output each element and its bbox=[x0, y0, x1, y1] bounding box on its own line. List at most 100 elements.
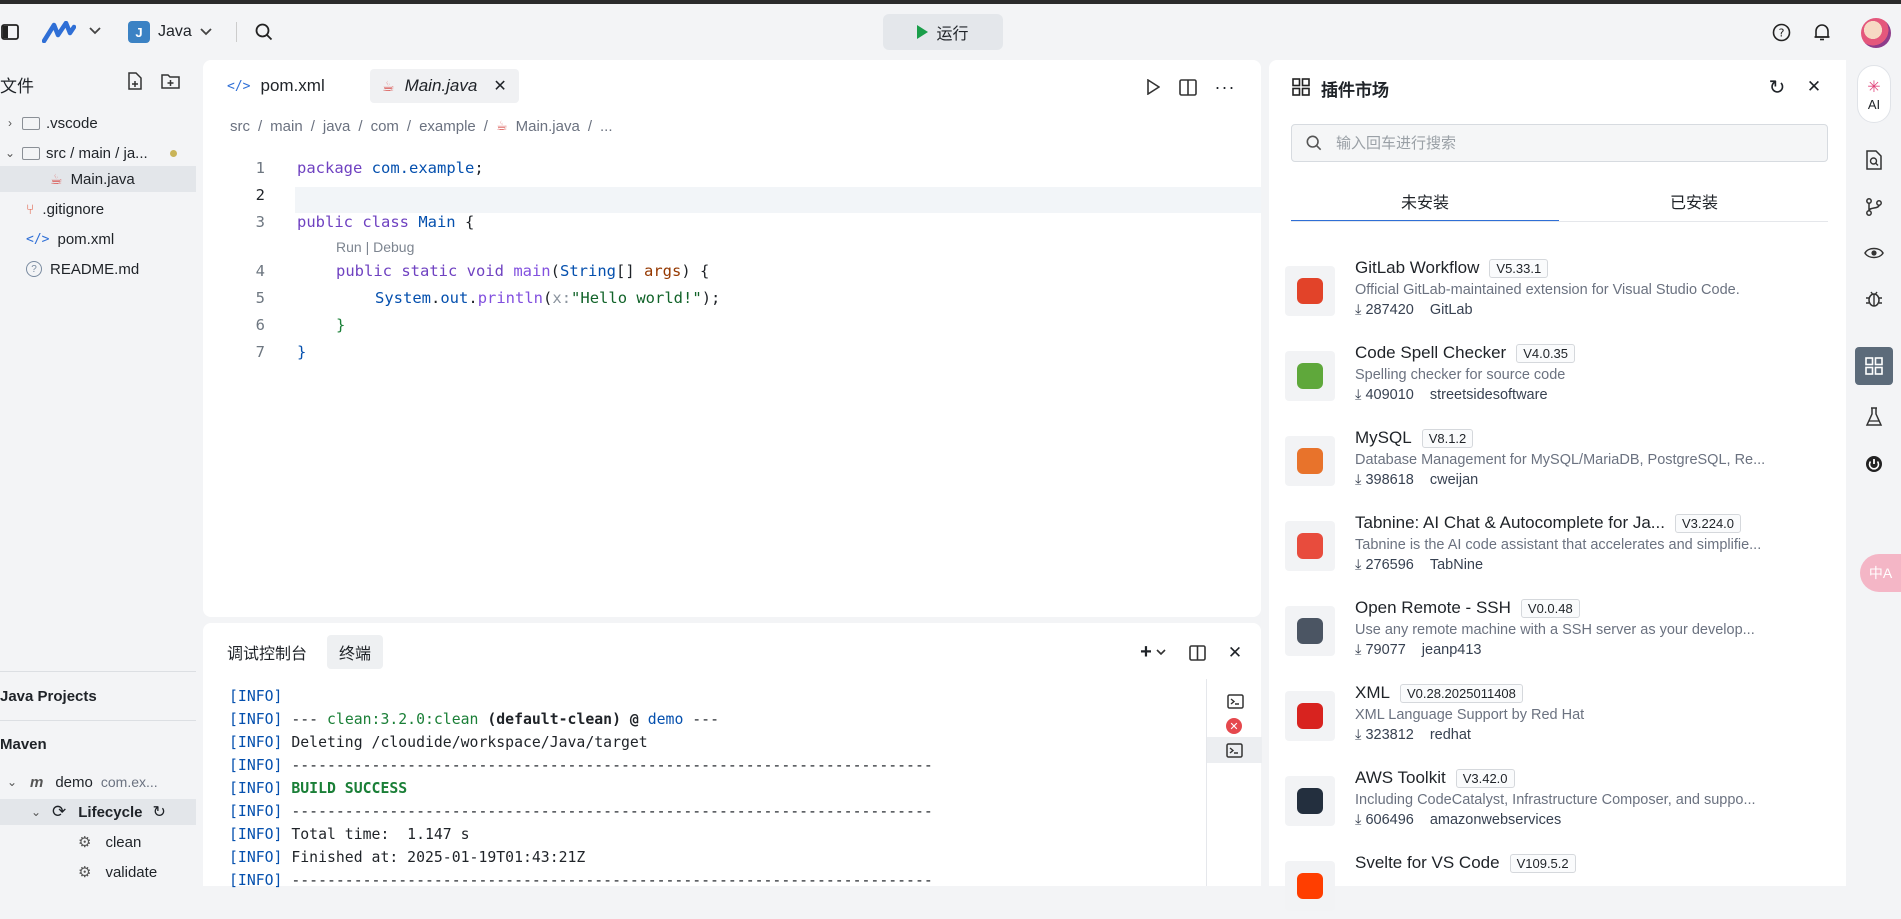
search-input[interactable] bbox=[1336, 134, 1806, 152]
tree-item-src-main-java[interactable]: ⌄ src / main / ja... bbox=[0, 140, 196, 166]
run-button[interactable]: 运行 bbox=[883, 14, 1003, 50]
extension-logo-mark bbox=[1297, 533, 1323, 559]
refresh-icon[interactable]: ↻ bbox=[152, 802, 165, 822]
extension-meta: ⤓ 606496 amazonwebservices bbox=[1355, 812, 1561, 828]
close-panel-icon[interactable]: ✕ bbox=[1225, 643, 1245, 663]
java-file-icon: ☕ bbox=[382, 77, 395, 94]
extension-item[interactable]: XML V0.28.2025011408 XML Language Support … bbox=[1285, 679, 1825, 749]
close-icon[interactable]: ✕ bbox=[1803, 76, 1825, 98]
breadcrumb-item[interactable]: src bbox=[230, 118, 250, 135]
extension-name-row: GitLab Workflow V5.33.1 bbox=[1355, 258, 1549, 278]
maven-goal-validate[interactable]: ⚙ validate bbox=[0, 859, 196, 885]
search-icon[interactable] bbox=[254, 22, 274, 42]
extension-meta: ⤓ 323812 redhat bbox=[1355, 727, 1471, 743]
translate-button[interactable]: 中A bbox=[1860, 554, 1901, 592]
extension-item[interactable]: MySQL V8.1.2 Database Management for MySQL… bbox=[1285, 424, 1825, 494]
bell-icon[interactable] bbox=[1812, 22, 1832, 42]
maven-goal-clean[interactable]: ⚙ clean bbox=[0, 829, 196, 855]
run-label: 运行 bbox=[936, 26, 969, 43]
help-icon[interactable]: ? bbox=[1771, 22, 1791, 42]
tab-debug-console[interactable]: 调试控制台 bbox=[215, 635, 319, 669]
download-count: ⤓ 276596 bbox=[1355, 557, 1414, 573]
new-folder-icon[interactable] bbox=[160, 72, 180, 90]
play-icon bbox=[917, 25, 929, 39]
codelens-run-debug[interactable]: Run | Debug bbox=[336, 239, 414, 255]
extension-logo-icon bbox=[1285, 436, 1335, 486]
split-terminal-icon[interactable] bbox=[1187, 643, 1207, 663]
tree-item-pom-xml[interactable]: </> pom.xml bbox=[0, 226, 196, 252]
terminal-icon[interactable] bbox=[1225, 692, 1245, 710]
extension-name: AWS Toolkit bbox=[1355, 768, 1446, 787]
terminal-icon[interactable] bbox=[1207, 737, 1262, 763]
maven-lifecycle[interactable]: ⌄ ⟳ Lifecycle ↻ bbox=[0, 799, 196, 825]
breadcrumb-item[interactable]: com bbox=[371, 118, 399, 135]
power-icon[interactable] bbox=[1858, 448, 1890, 480]
tree-item-main-java[interactable]: ☕ Main.java bbox=[0, 166, 196, 192]
run-file-icon[interactable] bbox=[1143, 77, 1163, 97]
translate-label: 中A bbox=[1868, 565, 1893, 581]
refresh-icon[interactable]: ↻ bbox=[1766, 76, 1788, 99]
file-explorer: 文件 › .vscode ⌄ src / main / ja... ☕ Main… bbox=[0, 60, 196, 886]
java-projects-section[interactable]: Java Projects bbox=[0, 688, 97, 705]
extension-description: Use any remote machine with a SSH server… bbox=[1355, 622, 1755, 638]
line-number: 7 bbox=[255, 343, 265, 361]
modified-dot bbox=[170, 150, 177, 157]
download-icon: ⤓ bbox=[1355, 727, 1362, 743]
tree-item-readme[interactable]: ? README.md bbox=[0, 256, 196, 282]
extension-logo-mark bbox=[1297, 278, 1323, 304]
extension-item[interactable]: Svelte for VS Code V109.5.2 bbox=[1285, 849, 1825, 919]
file-search-icon[interactable] bbox=[1858, 144, 1890, 176]
new-file-icon[interactable] bbox=[126, 72, 144, 90]
extension-logo-mark bbox=[1297, 873, 1323, 899]
gear-icon: ⚙ bbox=[78, 834, 92, 851]
bottom-panel: 调试控制台 终端 + ✕ [INFO] [INFO] --- clean:3.2… bbox=[203, 623, 1262, 889]
tree-item-vscode[interactable]: › .vscode bbox=[0, 110, 196, 136]
extension-item[interactable]: Code Spell Checker V4.0.35 Spelling checke… bbox=[1285, 339, 1825, 409]
toggle-sidebar-icon[interactable] bbox=[0, 22, 20, 42]
java-file-icon: ☕ bbox=[495, 118, 508, 133]
error-icon[interactable]: ✕ bbox=[1226, 718, 1242, 734]
terminal-line: [INFO] ---------------------------------… bbox=[229, 872, 933, 889]
eye-icon[interactable] bbox=[1858, 237, 1890, 269]
extensions-icon[interactable] bbox=[1855, 347, 1893, 385]
version-badge: V4.0.35 bbox=[1516, 343, 1576, 363]
maven-section[interactable]: Maven bbox=[0, 736, 47, 753]
brand-logo-icon[interactable] bbox=[42, 20, 76, 44]
maven-project-demo[interactable]: ⌄ m demo com.ex... bbox=[0, 769, 196, 795]
line-number: 4 bbox=[255, 262, 265, 280]
tab-installed[interactable]: 已安装 bbox=[1560, 186, 1828, 222]
code-line: 5 System.out.println(x:"Hello world!"); bbox=[203, 285, 1261, 311]
download-icon: ⤓ bbox=[1355, 812, 1362, 828]
tab-terminal[interactable]: 终端 bbox=[327, 635, 384, 669]
breadcrumb-item[interactable]: ... bbox=[600, 118, 613, 135]
publisher: amazonwebservices bbox=[1429, 812, 1562, 828]
project-selector[interactable]: J Java bbox=[128, 18, 212, 46]
add-terminal-icon[interactable]: + bbox=[1135, 641, 1171, 663]
terminal-line: [INFO] BUILD SUCCESS bbox=[229, 780, 408, 797]
extension-item[interactable]: GitLab Workflow V5.33.1 Official GitLab-ma… bbox=[1285, 254, 1825, 324]
extension-item[interactable]: Open Remote - SSH V0.0.48 Use any remote m… bbox=[1285, 594, 1825, 664]
source-control-icon[interactable] bbox=[1858, 191, 1890, 223]
breadcrumb-item[interactable]: java bbox=[323, 118, 351, 135]
tab-pom-xml[interactable]: </> pom.xml bbox=[215, 69, 337, 103]
breadcrumb-item[interactable]: main bbox=[270, 118, 303, 135]
tree-item-gitignore[interactable]: ⑂ .gitignore bbox=[0, 196, 196, 222]
ai-assistant-button[interactable]: ✳ AI bbox=[1857, 65, 1891, 123]
extension-item[interactable]: AWS Toolkit V3.42.0 Including CodeCatalyst… bbox=[1285, 764, 1825, 834]
avatar[interactable] bbox=[1861, 18, 1891, 48]
breadcrumb-item[interactable]: Main.java bbox=[516, 118, 580, 135]
brand-menu-chevron-down-icon[interactable] bbox=[88, 24, 102, 38]
tab-not-installed[interactable]: 未安装 bbox=[1291, 186, 1559, 222]
breadcrumb-item[interactable]: example bbox=[419, 118, 476, 135]
split-editor-icon[interactable] bbox=[1178, 77, 1198, 97]
terminal-line: [INFO] ---------------------------------… bbox=[229, 803, 933, 820]
debug-icon[interactable] bbox=[1858, 282, 1890, 314]
close-icon[interactable]: ✕ bbox=[493, 76, 506, 96]
more-actions-icon[interactable]: ··· bbox=[1215, 77, 1235, 97]
flask-icon[interactable] bbox=[1858, 401, 1890, 433]
extension-item[interactable]: Tabnine: AI Chat & Autocomplete for Ja..… bbox=[1285, 509, 1825, 579]
tab-main-java[interactable]: ☕ Main.java ✕ bbox=[370, 69, 519, 103]
extension-description: XML Language Support by Red Hat bbox=[1355, 707, 1585, 723]
terminal-line: [INFO] ---------------------------------… bbox=[229, 757, 933, 774]
terminal-output[interactable]: [INFO] [INFO] --- clean:3.2.0:clean (def… bbox=[229, 685, 933, 892]
